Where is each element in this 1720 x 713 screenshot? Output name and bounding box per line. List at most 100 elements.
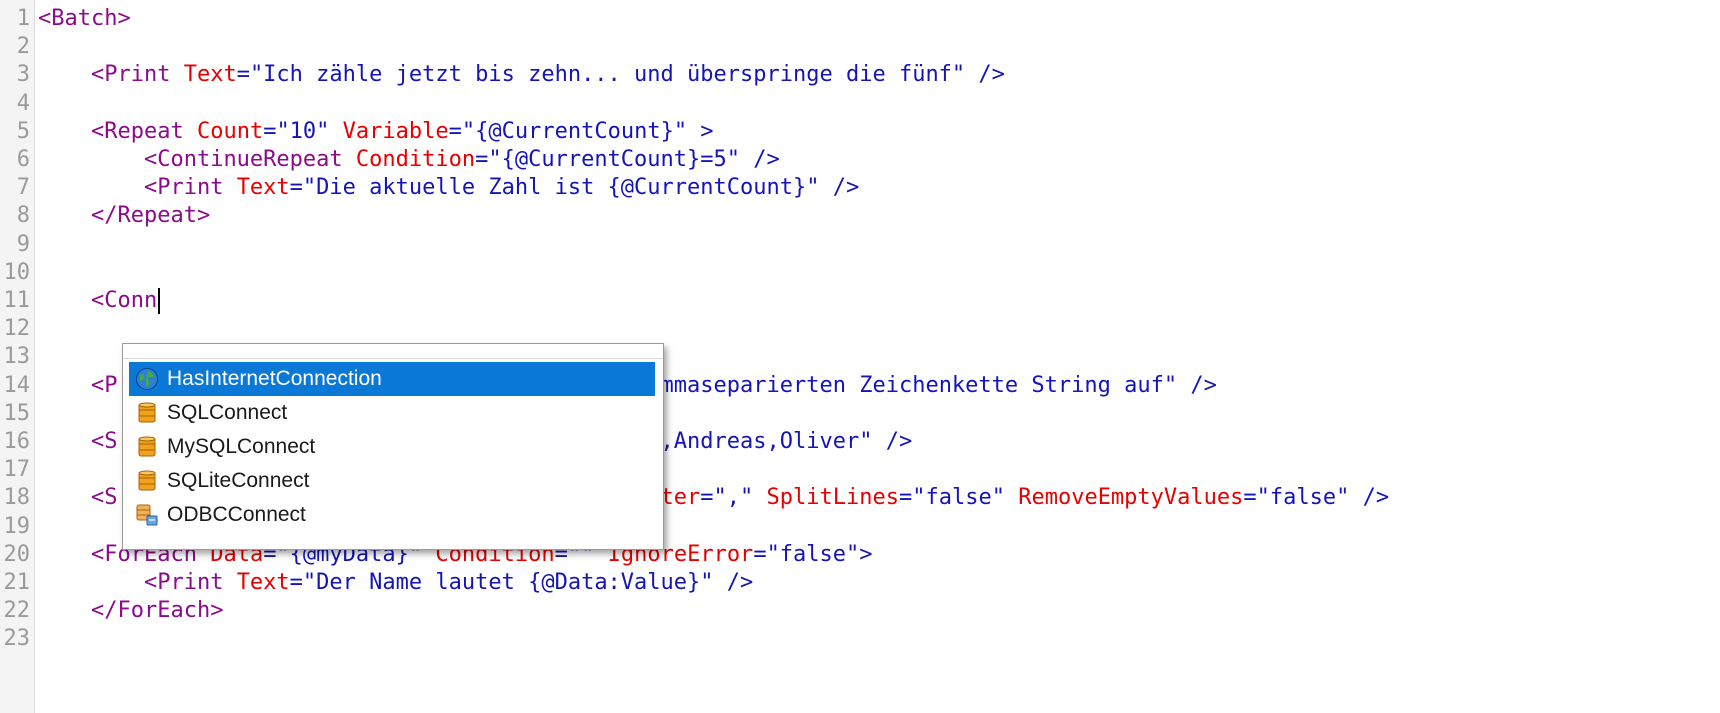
xml-tag-token: </ForEach> xyxy=(90,598,224,624)
xml-punctuation-token: = xyxy=(263,118,277,144)
xml-punctuation-token: /> xyxy=(1349,485,1390,511)
code-text[interactable]: <Batch> xyxy=(38,4,131,34)
xml-tag-token: <S xyxy=(90,429,118,454)
xml-value-token: "false" xyxy=(912,485,1005,511)
line-number: 22 xyxy=(3,598,31,624)
line-number: 20 xyxy=(3,541,31,567)
line-number: 16 xyxy=(3,429,31,454)
xml-punctuation-token: = xyxy=(289,175,303,201)
xml-punctuation-token xyxy=(38,203,91,228)
line-number: 23 xyxy=(3,626,31,652)
line-number: 13 xyxy=(3,344,31,370)
xml-punctuation-token xyxy=(38,147,144,172)
xml-punctuation-token: = xyxy=(899,485,913,511)
xml-punctuation-token: = xyxy=(1243,485,1257,511)
line-number: 14 xyxy=(3,372,31,398)
autocomplete-popup[interactable]: HasInternetConnection SQLConnect MySQLConn… xyxy=(122,343,664,550)
xml-attribute-token: Variable xyxy=(342,118,449,144)
line-number: 12 xyxy=(3,316,31,342)
line-number: 2 xyxy=(16,34,30,60)
xml-attribute-token: SplitLines xyxy=(766,485,899,511)
code-text[interactable]: <Print Text="Der Name lautet {@Data:Valu… xyxy=(38,568,753,598)
line-number: 21 xyxy=(3,570,31,595)
line-number: 19 xyxy=(3,513,31,539)
autocomplete-item-label: HasInternetConnection xyxy=(167,367,382,390)
code-text[interactable]: <Conn xyxy=(38,286,161,316)
code-text[interactable]: <Print Text="Ich zähle jetzt bis zehn...… xyxy=(38,60,1005,90)
xml-attribute-token: Count xyxy=(196,118,264,144)
xml-punctuation-token: = xyxy=(700,485,714,511)
autocomplete-item-label: ODBCConnect xyxy=(167,503,306,526)
xml-punctuation-token xyxy=(38,485,91,510)
xml-punctuation-token xyxy=(38,119,91,144)
code-text[interactable]: <ContinueRepeat Condition="{@CurrentCoun… xyxy=(38,145,780,175)
autocomplete-item[interactable]: SQLiteConnect xyxy=(129,464,655,498)
xml-value-token: "Der Name lautet {@Data:Value}" xyxy=(302,570,714,595)
code-text[interactable]: <Repeat Count="10" Variable="{@CurrentCo… xyxy=(38,117,714,147)
text-caret xyxy=(158,288,161,314)
xml-punctuation-token: = xyxy=(753,541,767,567)
xml-value-token: "10" xyxy=(276,118,330,144)
xml-tag-token: <S xyxy=(90,485,118,511)
xml-attribute-token: RemoveEmptyValues xyxy=(1018,485,1244,511)
xml-value-token: "Ich zähle jetzt bis zehn... und überspr… xyxy=(249,62,966,88)
xml-punctuation-token xyxy=(38,175,144,200)
line-number: 10 xyxy=(3,259,31,285)
autocomplete-item-label: SQLiteConnect xyxy=(167,469,310,492)
xml-punctuation-token: = xyxy=(236,62,250,88)
xml-attribute-token: Text xyxy=(236,175,290,201)
line-number: 7 xyxy=(16,175,30,201)
line-number: 1 xyxy=(16,6,30,31)
autocomplete-item[interactable]: ODBCConnect xyxy=(129,498,655,532)
autocomplete-item[interactable]: MySQLConnect xyxy=(129,430,655,464)
xml-punctuation-token xyxy=(38,288,91,313)
xml-tag-token: <Repeat xyxy=(90,118,197,144)
xml-tag-token: <Conn xyxy=(90,288,158,313)
xml-punctuation-token: /> xyxy=(1177,372,1217,398)
autocomplete-item[interactable]: HasInternetConnection xyxy=(129,362,655,396)
line-number: 4 xyxy=(16,90,30,116)
xml-value-token: "{@CurrentCount}" xyxy=(461,118,688,144)
xml-punctuation-token xyxy=(329,119,342,144)
line-number: 15 xyxy=(3,400,31,426)
xml-punctuation-token xyxy=(38,373,91,398)
autocomplete-item-label: MySQLConnect xyxy=(167,435,316,458)
database-icon xyxy=(135,435,159,459)
line-number: 9 xyxy=(16,231,30,257)
line-number: 5 xyxy=(16,118,30,144)
xml-punctuation-token xyxy=(38,429,91,454)
line-number: 17 xyxy=(3,457,31,483)
xml-punctuation-token: > xyxy=(859,541,873,567)
xml-punctuation-token: > xyxy=(687,118,714,144)
xml-punctuation-token: /> xyxy=(965,62,1005,88)
autocomplete-item-label: SQLConnect xyxy=(167,401,288,424)
xml-value-token: "Die aktuelle Zahl ist {@CurrentCount}" xyxy=(302,175,820,201)
odbc-database-icon xyxy=(135,503,159,527)
xml-punctuation-token: /> xyxy=(740,147,780,172)
xml-tag-token: <Print xyxy=(90,62,184,88)
xml-value-token: "false" xyxy=(1256,485,1350,511)
xml-tag-token: <ContinueRepeat xyxy=(143,147,356,172)
xml-attribute-token: Text xyxy=(183,62,237,88)
xml-punctuation-token xyxy=(38,62,91,87)
xml-punctuation-token: /> xyxy=(819,175,860,201)
xml-punctuation-token: = xyxy=(475,147,489,172)
autocomplete-header xyxy=(123,344,663,359)
xml-punctuation-token: = xyxy=(448,118,462,144)
xml-tag-token: <P xyxy=(90,372,118,398)
xml-punctuation-token xyxy=(753,485,766,510)
code-text[interactable]: <Print Text="Die aktuelle Zahl ist {@Cur… xyxy=(38,173,859,203)
xml-punctuation-token: /> xyxy=(872,429,913,454)
line-number: 8 xyxy=(16,203,30,229)
code-text[interactable]: </Repeat> xyxy=(38,201,210,231)
xml-punctuation-token: /> xyxy=(713,570,754,595)
code-text[interactable]: </ForEach> xyxy=(38,596,223,626)
autocomplete-item[interactable]: SQLConnect xyxy=(129,396,655,430)
xml-value-token: "{@CurrentCount}=5" xyxy=(488,147,741,172)
xml-attribute-token: Condition xyxy=(355,147,476,172)
xml-punctuation-token xyxy=(38,570,144,595)
line-number: 3 xyxy=(16,62,30,88)
line-number: 6 xyxy=(16,147,30,172)
xml-punctuation-token xyxy=(38,598,91,623)
xml-tag-token: <Print xyxy=(143,570,237,595)
